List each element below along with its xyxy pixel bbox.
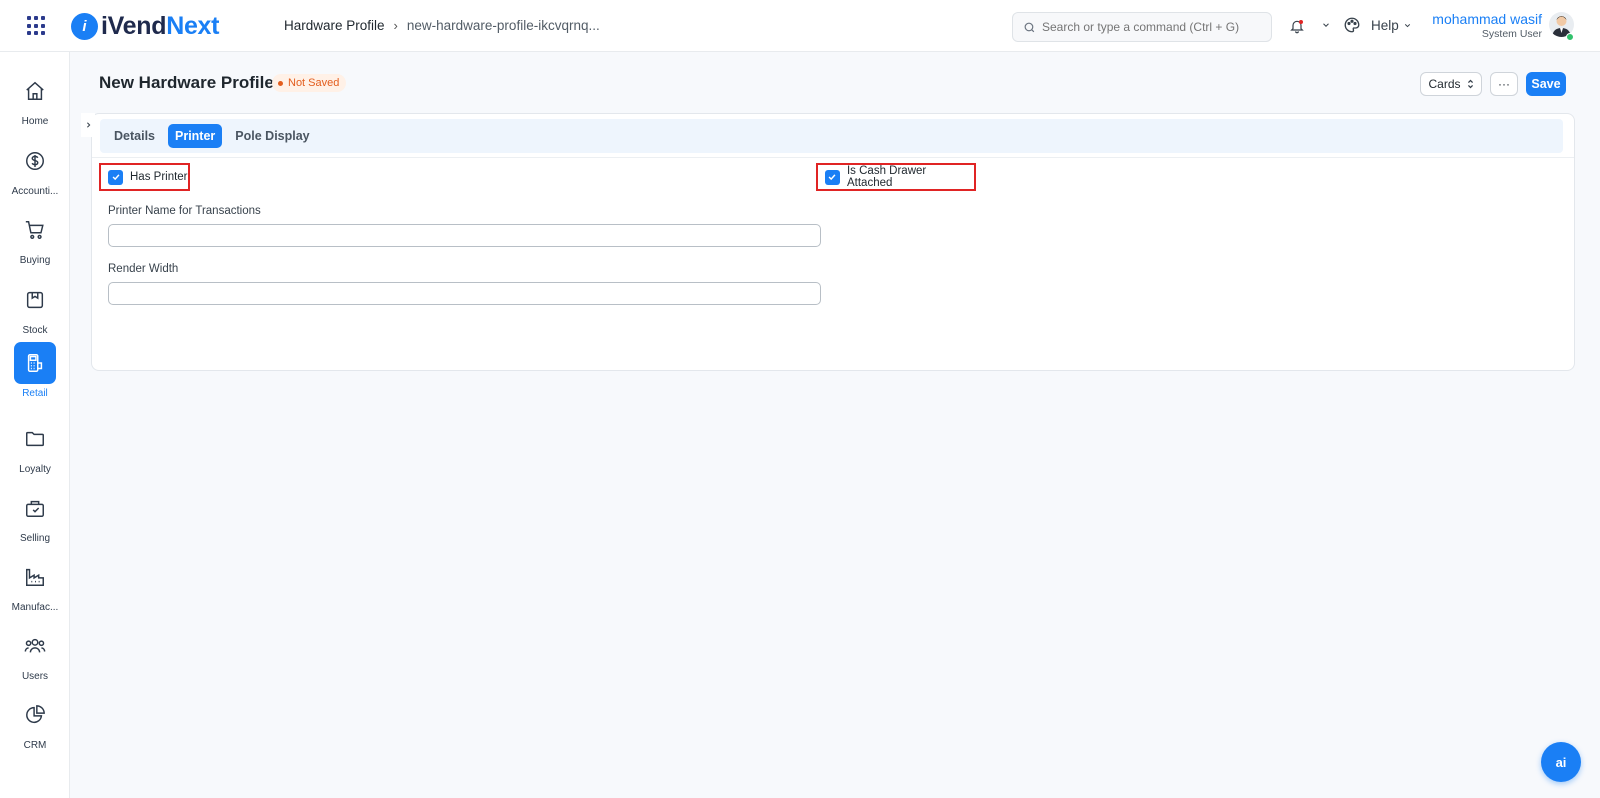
breadcrumb: Hardware Profile › new-hardware-profile-…	[284, 18, 600, 33]
app-logo[interactable]: i iVendNext	[71, 12, 219, 40]
users-icon	[14, 625, 56, 667]
pos-icon	[14, 342, 56, 384]
dollar-icon	[14, 140, 56, 182]
divider	[92, 157, 1574, 158]
more-actions-button[interactable]: ···	[1490, 72, 1518, 96]
cash-drawer-label: Is Cash Drawer Attached	[846, 165, 927, 189]
sidebar-item-home[interactable]: Home	[0, 70, 70, 134]
cash-drawer-checkbox[interactable]	[825, 169, 840, 185]
sidebar-item-label: CRM	[23, 740, 47, 751]
render-width-label: Render Width	[108, 263, 179, 275]
online-status-dot	[1566, 33, 1574, 41]
sidebar-item-label: Selling	[19, 533, 51, 544]
form-card: Details Printer Pole Display Has Printer…	[81, 113, 1575, 371]
apps-grid-icon[interactable]	[27, 16, 47, 36]
printer-name-label: Printer Name for Transactions	[108, 205, 261, 217]
bell-icon[interactable]	[1289, 17, 1305, 35]
ai-assistant-button[interactable]: ai	[1541, 742, 1581, 782]
sidebar-item-label: Retail	[22, 388, 48, 399]
folder-icon	[14, 418, 56, 460]
page-title: New Hardware Profile	[99, 73, 274, 92]
status-badge: Not Saved	[272, 74, 347, 92]
sidebar-item-label: Users	[21, 671, 49, 682]
shopping-bag-icon	[14, 487, 56, 529]
sidebar: Home Accounti... Buying Stock Retail Loy…	[0, 52, 70, 798]
check-icon	[829, 174, 836, 181]
cart-icon	[14, 209, 56, 251]
help-menu[interactable]: Help	[1371, 18, 1412, 33]
pie-chart-icon	[14, 694, 56, 736]
search-icon	[1024, 22, 1035, 32]
sidebar-item-stock[interactable]: Stock	[0, 279, 70, 343]
has-printer-checkbox[interactable]	[108, 169, 123, 185]
breadcrumb-parent[interactable]: Hardware Profile	[284, 18, 385, 33]
user-info[interactable]: mohammad wasif System User	[1432, 11, 1542, 40]
sidebar-item-label: Accounti...	[11, 186, 59, 197]
save-button[interactable]: Save	[1526, 72, 1566, 96]
sidebar-item-buying[interactable]: Buying	[0, 209, 70, 273]
expand-sidebar-toggle[interactable]	[81, 113, 95, 137]
sidebar-item-label: Home	[21, 116, 49, 127]
sidebar-item-selling[interactable]: Selling	[0, 487, 70, 551]
main-content: New Hardware Profile Not Saved Cards ···…	[70, 52, 1600, 798]
cards-view-button[interactable]: Cards	[1420, 72, 1482, 96]
chevron-down-icon[interactable]	[1321, 20, 1331, 30]
sidebar-item-users[interactable]: Users	[0, 625, 70, 689]
factory-icon	[14, 556, 56, 598]
chevron-down-icon	[1404, 24, 1410, 28]
has-printer-label: Has Printer	[130, 171, 188, 183]
cash-drawer-checkbox-group[interactable]: Is Cash Drawer Attached	[816, 163, 976, 191]
status-dot	[278, 80, 283, 86]
sidebar-item-label: Manufac...	[11, 602, 59, 613]
search-input[interactable]	[1042, 20, 1262, 34]
user-name: mohammad wasif	[1432, 11, 1542, 27]
tab-printer[interactable]: Printer	[168, 124, 223, 148]
sidebar-item-crm[interactable]: CRM	[0, 694, 70, 758]
cards-label: Cards	[1428, 77, 1461, 91]
logo-mark-icon: i	[71, 12, 98, 40]
sidebar-item-label: Buying	[19, 255, 51, 266]
check-icon	[112, 174, 119, 181]
render-width-input[interactable]	[108, 282, 821, 305]
printer-name-input[interactable]	[108, 224, 821, 247]
sidebar-item-label: Loyalty	[19, 464, 51, 475]
has-printer-checkbox-group[interactable]: Has Printer	[99, 163, 190, 191]
sort-arrows-icon	[1467, 79, 1473, 89]
sidebar-item-loyalty[interactable]: Loyalty	[0, 418, 70, 482]
home-icon	[14, 70, 56, 112]
user-role: System User	[1481, 28, 1542, 40]
tab-details[interactable]: Details	[107, 124, 162, 148]
breadcrumb-current[interactable]: new-hardware-profile-ikcvqrnq...	[407, 18, 600, 33]
sidebar-item-retail[interactable]: Retail	[0, 342, 70, 406]
chevron-right-icon	[86, 122, 90, 128]
search-bar[interactable]	[1012, 12, 1272, 42]
box-icon	[14, 279, 56, 321]
tab-bar: Details Printer Pole Display	[100, 119, 1563, 153]
tab-pole-display[interactable]: Pole Display	[228, 124, 316, 148]
logo-suffix: Next	[166, 11, 220, 40]
sidebar-item-accounting[interactable]: Accounti...	[0, 140, 70, 204]
sidebar-item-label: Stock	[22, 325, 48, 336]
top-navbar: i iVendNext Hardware Profile › new-hardw…	[0, 0, 1600, 52]
palette-icon[interactable]	[1343, 16, 1361, 34]
help-label: Help	[1371, 18, 1399, 33]
logo-prefix: iVend	[101, 11, 167, 40]
breadcrumb-separator: ›	[393, 18, 398, 33]
sidebar-item-manufacturing[interactable]: Manufac...	[0, 556, 70, 620]
status-text: Not Saved	[288, 77, 340, 89]
